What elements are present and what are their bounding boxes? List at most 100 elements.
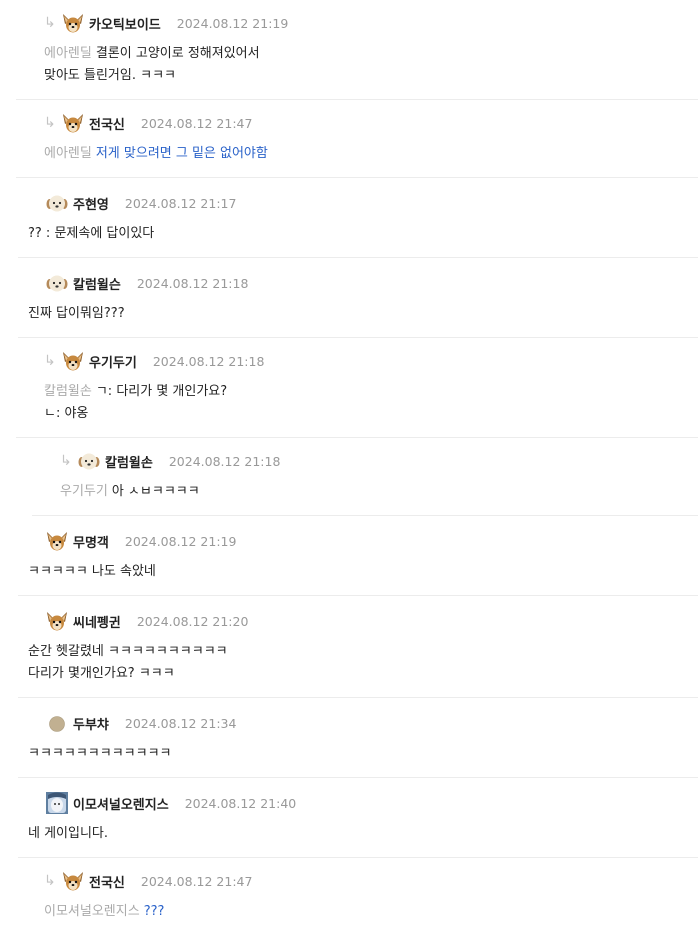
reply-comment: ↳ 카오틱보이드 2024.08.12 21:19 에아렌딜 결론이 고양이로 정해져…	[16, 0, 698, 100]
nickname[interactable]: 씨네펭귄	[73, 612, 121, 631]
comment-line: ㅋㅋㅋㅋㅋㅋㅋㅋㅋㅋㅋㅋ	[28, 743, 698, 765]
comment-text: 다리가 몇개인가요? ㅋㅋㅋ	[28, 666, 175, 681]
comment-list: ↳ 카오틱보이드 2024.08.12 21:19 에아렌딜 결론이 고양이로 정해져…	[0, 0, 698, 935]
comment-date: 2024.08.12 21:18	[168, 453, 281, 469]
reply-target-mention[interactable]: 에아렌딜	[44, 46, 92, 61]
comment-line: 에아렌딜 결론이 고양이로 정해져있어서	[44, 43, 698, 65]
comment: 씨네펭귄 2024.08.12 21:20 순간 헷갈렸네 ㅋㅋㅋㅋㅋㅋㅋㅋㅋㅋ 다리…	[18, 596, 698, 698]
nickname[interactable]: 이모셔널오렌지스	[73, 794, 169, 813]
comment-text: 진짜 답이뭐임???	[28, 306, 125, 321]
comment-date: 2024.08.12 21:17	[124, 195, 237, 211]
nickname[interactable]: 우기두기	[89, 352, 137, 371]
avatar[interactable]	[46, 610, 68, 632]
comment-date: 2024.08.12 21:40	[184, 795, 297, 811]
comment-text: 맞아도 틀린거임. ㅋㅋㅋ	[44, 68, 176, 83]
nickname[interactable]: 전국신	[89, 872, 125, 891]
comment-line: 진짜 답이뭐임???	[28, 303, 698, 325]
comment-header: ↳ 전국신 2024.08.12 21:47	[44, 111, 698, 135]
comment-header: 주현영 2024.08.12 21:17	[46, 191, 698, 215]
comment-date: 2024.08.12 21:18	[152, 353, 265, 369]
avatar[interactable]	[46, 192, 68, 214]
comment-text: 순간 헷갈렸네 ㅋㅋㅋㅋㅋㅋㅋㅋㅋㅋ	[28, 644, 228, 659]
comment: 무명객 2024.08.12 21:19 ㅋㅋㅋㅋㅋ 나도 속았네	[18, 516, 698, 596]
comment-header: ↳ 칼럼윌손 2024.08.12 21:18	[60, 449, 698, 473]
reply-comment: ↳ 전국신 2024.08.12 21:47 이모셔널오렌지스???	[16, 858, 698, 935]
comment-line: 이모셔널오렌지스???	[44, 901, 698, 923]
comment-date: 2024.08.12 21:34	[124, 715, 237, 731]
comment-body: 진짜 답이뭐임???	[28, 303, 698, 337]
comment-line: 다리가 몇개인가요? ㅋㅋㅋ	[28, 663, 698, 685]
comment-body: 네 게이입니다.	[28, 823, 698, 857]
reply-target-mention[interactable]: 우기두기	[60, 484, 108, 499]
comment-body: 순간 헷갈렸네 ㅋㅋㅋㅋㅋㅋㅋㅋㅋㅋ 다리가 몇개인가요? ㅋㅋㅋ	[28, 641, 698, 697]
avatar[interactable]	[62, 350, 84, 372]
comment-line: 맞아도 틀린거임. ㅋㅋㅋ	[44, 65, 698, 87]
nickname[interactable]: 전국신	[89, 114, 125, 133]
comment-text: ㄱ: 다리가 몇 개인가요?	[95, 384, 228, 399]
comment-body: 에아렌딜 저게 맞으려면 그 밑은 없어야함	[44, 143, 698, 177]
avatar[interactable]	[46, 272, 68, 294]
comment: 주현영 2024.08.12 21:17 ?? : 문제속에 답이있다	[18, 178, 698, 258]
comment-date: 2024.08.12 21:18	[136, 275, 249, 291]
comment-date: 2024.08.12 21:20	[136, 613, 249, 629]
comment-date: 2024.08.12 21:47	[140, 873, 253, 889]
comment-line: 칼럼윌손 ㄱ: 다리가 몇 개인가요?	[44, 381, 698, 403]
comment-text: ???	[143, 904, 165, 919]
comment-header: ↳ 우기두기 2024.08.12 21:18	[44, 349, 698, 373]
nickname[interactable]: 칼럼윌슨	[73, 274, 121, 293]
reply-arrow-icon: ↳	[44, 115, 56, 131]
comment-header: 이모셔널오렌지스 2024.08.12 21:40	[46, 791, 698, 815]
comment-header: 무명객 2024.08.12 21:19	[46, 529, 698, 553]
comment-text: 저게 맞으려면 그 밑은 없어야함	[95, 146, 268, 161]
avatar[interactable]	[62, 12, 84, 34]
comment-line: ㅋㅋㅋㅋㅋ 나도 속았네	[28, 561, 698, 583]
comment-text: 네 게이입니다.	[28, 826, 109, 841]
reply-arrow-icon: ↳	[44, 15, 56, 31]
reply-target-mention[interactable]: 칼럼윌손	[44, 384, 92, 399]
reply-comment: ↳ 우기두기 2024.08.12 21:18 칼럼윌손 ㄱ: 다리가 몇 개인가요?…	[16, 338, 698, 438]
avatar[interactable]	[46, 712, 68, 734]
reply-target-mention[interactable]: 에아렌딜	[44, 146, 92, 161]
nickname[interactable]: 주현영	[73, 194, 109, 213]
comment-line: ?? : 문제속에 답이있다	[28, 223, 698, 245]
avatar[interactable]	[62, 112, 84, 134]
comment-header: ↳ 전국신 2024.08.12 21:47	[44, 869, 698, 893]
reply-comment: ↳ 칼럼윌손 2024.08.12 21:18 우기두기 아 ㅅㅂㅋㅋㅋㅋ	[32, 438, 698, 516]
comment-text: ?? : 문제속에 답이있다	[28, 226, 155, 241]
comment-body: ?? : 문제속에 답이있다	[28, 223, 698, 257]
comment: 칼럼윌슨 2024.08.12 21:18 진짜 답이뭐임???	[18, 258, 698, 338]
reply-arrow-icon: ↳	[44, 873, 56, 889]
comment-line: 우기두기 아 ㅅㅂㅋㅋㅋㅋ	[60, 481, 698, 503]
nickname[interactable]: 두부챠	[73, 714, 109, 733]
avatar[interactable]	[46, 792, 68, 814]
reply-target-mention[interactable]: 이모셔널오렌지스	[44, 904, 140, 919]
avatar[interactable]	[62, 870, 84, 892]
nickname[interactable]: 칼럼윌손	[105, 452, 153, 471]
comment-text: ㅋㅋㅋㅋㅋㅋㅋㅋㅋㅋㅋㅋ	[28, 746, 172, 761]
nickname[interactable]: 카오틱보이드	[89, 14, 161, 33]
comment-line: 에아렌딜 저게 맞으려면 그 밑은 없어야함	[44, 143, 698, 165]
comment-header: 칼럼윌슨 2024.08.12 21:18	[46, 271, 698, 295]
comment: 두부챠 2024.08.12 21:34 ㅋㅋㅋㅋㅋㅋㅋㅋㅋㅋㅋㅋ	[18, 698, 698, 778]
comment-header: 씨네펭귄 2024.08.12 21:20	[46, 609, 698, 633]
comment-body: ㅋㅋㅋㅋㅋㅋㅋㅋㅋㅋㅋㅋ	[28, 743, 698, 777]
nickname[interactable]: 무명객	[73, 532, 109, 551]
comment-date: 2024.08.12 21:47	[140, 115, 253, 131]
comment-line: ㄴ: 야옹	[44, 403, 698, 425]
comment-text: ㄴ: 야옹	[44, 406, 89, 421]
comment-line: 순간 헷갈렸네 ㅋㅋㅋㅋㅋㅋㅋㅋㅋㅋ	[28, 641, 698, 663]
comment-text: 결론이 고양이로 정해져있어서	[95, 46, 260, 61]
avatar[interactable]	[78, 450, 100, 472]
comment-date: 2024.08.12 21:19	[124, 533, 237, 549]
comment-body: 칼럼윌손 ㄱ: 다리가 몇 개인가요? ㄴ: 야옹	[44, 381, 698, 437]
comment-body: ㅋㅋㅋㅋㅋ 나도 속았네	[28, 561, 698, 595]
reply-arrow-icon: ↳	[60, 453, 72, 469]
comment-date: 2024.08.12 21:19	[176, 15, 289, 31]
comment-body: 에아렌딜 결론이 고양이로 정해져있어서맞아도 틀린거임. ㅋㅋㅋ	[44, 43, 698, 99]
comment-line: 네 게이입니다.	[28, 823, 698, 845]
comment-text: 아 ㅅㅂㅋㅋㅋㅋ	[111, 484, 200, 499]
reply-comment: ↳ 전국신 2024.08.12 21:47 에아렌딜 저게 맞으려면 그 밑은 없어…	[16, 100, 698, 178]
comment-body: 우기두기 아 ㅅㅂㅋㅋㅋㅋ	[60, 481, 698, 515]
avatar[interactable]	[46, 530, 68, 552]
comment-body: 이모셔널오렌지스???	[44, 901, 698, 935]
